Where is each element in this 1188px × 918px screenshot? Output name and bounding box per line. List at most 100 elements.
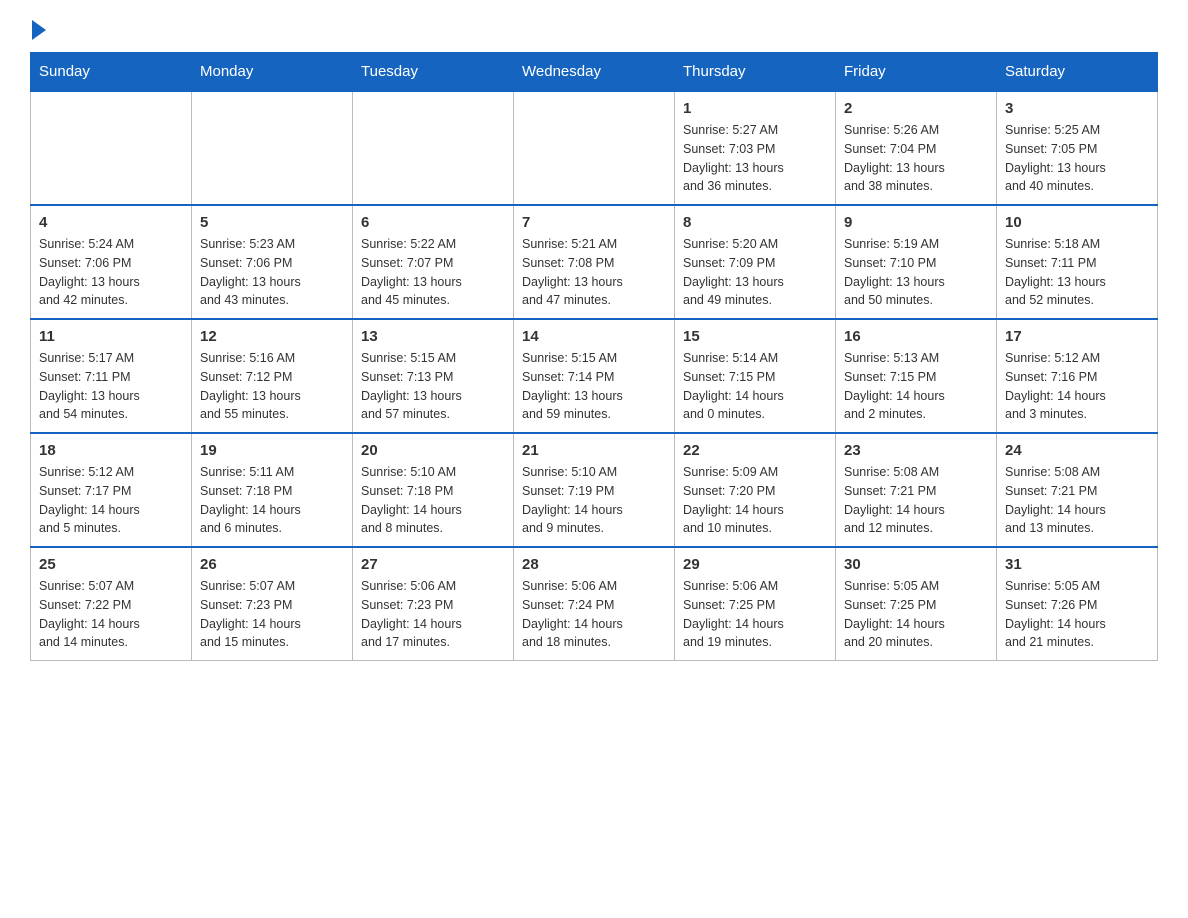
day-info: Sunrise: 5:27 AM Sunset: 7:03 PM Dayligh… [683, 121, 827, 196]
day-number: 28 [522, 556, 666, 573]
calendar-cell: 18 Sunrise: 5:12 AM Sunset: 7:17 PM Dayli… [31, 433, 192, 547]
day-number: 30 [844, 556, 988, 573]
day-number: 2 [844, 100, 988, 117]
day-info: Sunrise: 5:08 AM Sunset: 7:21 PM Dayligh… [1005, 463, 1149, 538]
day-info: Sunrise: 5:25 AM Sunset: 7:05 PM Dayligh… [1005, 121, 1149, 196]
calendar-cell: 9 Sunrise: 5:19 AM Sunset: 7:10 PM Daylig… [836, 205, 997, 319]
calendar-cell [353, 91, 514, 205]
calendar-cell: 21Sunrise: 5:10 AM Sunset: 7:19 PM Dayli… [514, 433, 675, 547]
day-info: Sunrise: 5:22 AM Sunset: 7:07 PM Dayligh… [361, 235, 505, 310]
calendar-cell: 30 Sunrise: 5:05 AM Sunset: 7:25 PM Dayli… [836, 547, 997, 661]
week-row-2: 4Sunrise: 5:24 AM Sunset: 7:06 PM Daylig… [31, 205, 1158, 319]
day-info: Sunrise: 5:11 AM Sunset: 7:18 PM Dayligh… [200, 463, 344, 538]
day-info: Sunrise: 5:07 AM Sunset: 7:22 PM Dayligh… [39, 577, 183, 652]
day-number: 24 [1005, 442, 1149, 459]
weekday-header-row: SundayMondayTuesdayWednesdayThursdayFrid… [31, 53, 1158, 92]
day-info: Sunrise: 5:13 AM Sunset: 7:15 PM Dayligh… [844, 349, 988, 424]
week-row-5: 25 Sunrise: 5:07 AM Sunset: 7:22 PM Dayli… [31, 547, 1158, 661]
calendar-cell: 29Sunrise: 5:06 AM Sunset: 7:25 PM Dayli… [675, 547, 836, 661]
day-number: 18 [39, 442, 183, 459]
day-info: Sunrise: 5:06 AM Sunset: 7:25 PM Dayligh… [683, 577, 827, 652]
day-number: 5 [200, 214, 344, 231]
day-number: 19 [200, 442, 344, 459]
day-info: Sunrise: 5:21 AM Sunset: 7:08 PM Dayligh… [522, 235, 666, 310]
day-number: 3 [1005, 100, 1149, 117]
calendar-cell: 6 Sunrise: 5:22 AM Sunset: 7:07 PM Daylig… [353, 205, 514, 319]
day-info: Sunrise: 5:18 AM Sunset: 7:11 PM Dayligh… [1005, 235, 1149, 310]
week-row-1: 1 Sunrise: 5:27 AM Sunset: 7:03 PM Daylig… [31, 91, 1158, 205]
day-info: Sunrise: 5:20 AM Sunset: 7:09 PM Dayligh… [683, 235, 827, 310]
calendar-cell [192, 91, 353, 205]
day-info: Sunrise: 5:15 AM Sunset: 7:14 PM Dayligh… [522, 349, 666, 424]
calendar-cell [31, 91, 192, 205]
day-info: Sunrise: 5:06 AM Sunset: 7:24 PM Dayligh… [522, 577, 666, 652]
day-info: Sunrise: 5:10 AM Sunset: 7:18 PM Dayligh… [361, 463, 505, 538]
day-info: Sunrise: 5:26 AM Sunset: 7:04 PM Dayligh… [844, 121, 988, 196]
calendar-cell: 5Sunrise: 5:23 AM Sunset: 7:06 PM Daylig… [192, 205, 353, 319]
day-number: 26 [200, 556, 344, 573]
calendar-cell: 12Sunrise: 5:16 AM Sunset: 7:12 PM Dayli… [192, 319, 353, 433]
calendar-cell: 13 Sunrise: 5:15 AM Sunset: 7:13 PM Dayli… [353, 319, 514, 433]
day-number: 14 [522, 328, 666, 345]
calendar-cell: 1 Sunrise: 5:27 AM Sunset: 7:03 PM Daylig… [675, 91, 836, 205]
calendar-cell: 20 Sunrise: 5:10 AM Sunset: 7:18 PM Dayli… [353, 433, 514, 547]
day-number: 10 [1005, 214, 1149, 231]
calendar-cell: 14 Sunrise: 5:15 AM Sunset: 7:14 PM Dayli… [514, 319, 675, 433]
day-number: 7 [522, 214, 666, 231]
calendar-cell: 17Sunrise: 5:12 AM Sunset: 7:16 PM Dayli… [997, 319, 1158, 433]
weekday-header-tuesday: Tuesday [353, 53, 514, 92]
day-number: 11 [39, 328, 183, 345]
day-info: Sunrise: 5:08 AM Sunset: 7:21 PM Dayligh… [844, 463, 988, 538]
day-number: 23 [844, 442, 988, 459]
calendar-cell: 31 Sunrise: 5:05 AM Sunset: 7:26 PM Dayli… [997, 547, 1158, 661]
day-number: 12 [200, 328, 344, 345]
day-info: Sunrise: 5:05 AM Sunset: 7:25 PM Dayligh… [844, 577, 988, 652]
calendar-cell: 7 Sunrise: 5:21 AM Sunset: 7:08 PM Daylig… [514, 205, 675, 319]
day-info: Sunrise: 5:12 AM Sunset: 7:16 PM Dayligh… [1005, 349, 1149, 424]
calendar-cell: 25 Sunrise: 5:07 AM Sunset: 7:22 PM Dayli… [31, 547, 192, 661]
day-info: Sunrise: 5:15 AM Sunset: 7:13 PM Dayligh… [361, 349, 505, 424]
calendar-cell: 15 Sunrise: 5:14 AM Sunset: 7:15 PM Dayli… [675, 319, 836, 433]
day-number: 21 [522, 442, 666, 459]
week-row-3: 11 Sunrise: 5:17 AM Sunset: 7:11 PM Dayli… [31, 319, 1158, 433]
calendar-cell: 10 Sunrise: 5:18 AM Sunset: 7:11 PM Dayli… [997, 205, 1158, 319]
calendar-cell: 11 Sunrise: 5:17 AM Sunset: 7:11 PM Dayli… [31, 319, 192, 433]
day-info: Sunrise: 5:17 AM Sunset: 7:11 PM Dayligh… [39, 349, 183, 424]
day-number: 22 [683, 442, 827, 459]
calendar-cell: 23 Sunrise: 5:08 AM Sunset: 7:21 PM Dayli… [836, 433, 997, 547]
weekday-header-wednesday: Wednesday [514, 53, 675, 92]
day-number: 8 [683, 214, 827, 231]
calendar-cell [514, 91, 675, 205]
day-info: Sunrise: 5:09 AM Sunset: 7:20 PM Dayligh… [683, 463, 827, 538]
day-info: Sunrise: 5:19 AM Sunset: 7:10 PM Dayligh… [844, 235, 988, 310]
weekday-header-sunday: Sunday [31, 53, 192, 92]
weekday-header-saturday: Saturday [997, 53, 1158, 92]
weekday-header-thursday: Thursday [675, 53, 836, 92]
logo-triangle-icon [32, 20, 46, 40]
page-header [30, 20, 1158, 32]
day-info: Sunrise: 5:07 AM Sunset: 7:23 PM Dayligh… [200, 577, 344, 652]
calendar-cell: 22 Sunrise: 5:09 AM Sunset: 7:20 PM Dayli… [675, 433, 836, 547]
day-number: 31 [1005, 556, 1149, 573]
day-info: Sunrise: 5:05 AM Sunset: 7:26 PM Dayligh… [1005, 577, 1149, 652]
calendar-cell: 28 Sunrise: 5:06 AM Sunset: 7:24 PM Dayli… [514, 547, 675, 661]
weekday-header-friday: Friday [836, 53, 997, 92]
day-number: 6 [361, 214, 505, 231]
day-number: 25 [39, 556, 183, 573]
day-number: 27 [361, 556, 505, 573]
day-number: 13 [361, 328, 505, 345]
day-info: Sunrise: 5:14 AM Sunset: 7:15 PM Dayligh… [683, 349, 827, 424]
day-info: Sunrise: 5:12 AM Sunset: 7:17 PM Dayligh… [39, 463, 183, 538]
calendar-cell: 4Sunrise: 5:24 AM Sunset: 7:06 PM Daylig… [31, 205, 192, 319]
calendar-cell: 3 Sunrise: 5:25 AM Sunset: 7:05 PM Daylig… [997, 91, 1158, 205]
day-info: Sunrise: 5:24 AM Sunset: 7:06 PM Dayligh… [39, 235, 183, 310]
day-number: 15 [683, 328, 827, 345]
day-number: 20 [361, 442, 505, 459]
day-number: 9 [844, 214, 988, 231]
calendar-cell: 26 Sunrise: 5:07 AM Sunset: 7:23 PM Dayli… [192, 547, 353, 661]
week-row-4: 18 Sunrise: 5:12 AM Sunset: 7:17 PM Dayli… [31, 433, 1158, 547]
calendar-cell: 19 Sunrise: 5:11 AM Sunset: 7:18 PM Dayli… [192, 433, 353, 547]
logo [30, 20, 46, 32]
calendar-cell: 2 Sunrise: 5:26 AM Sunset: 7:04 PM Daylig… [836, 91, 997, 205]
day-number: 1 [683, 100, 827, 117]
